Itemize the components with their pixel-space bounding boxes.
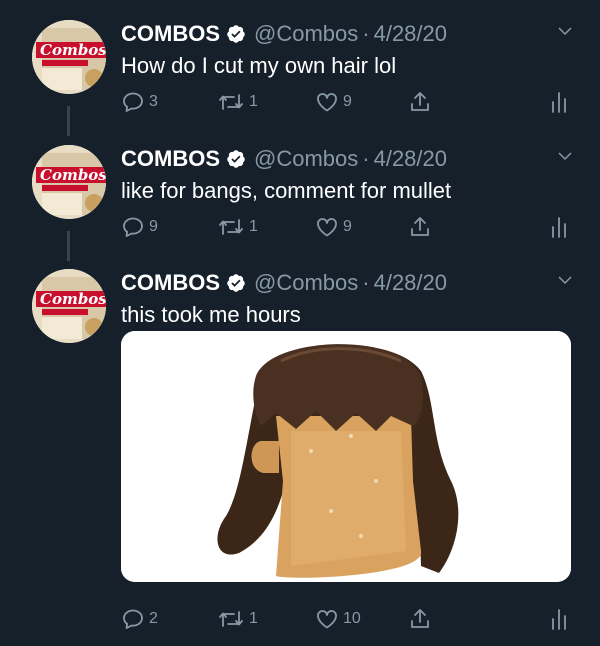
share-icon (411, 609, 429, 628)
chip-with-wig-image (121, 331, 571, 582)
tweet-header: COMBOS @Combos · 4/28/20 (121, 269, 447, 297)
avatar[interactable]: Combos (32, 20, 106, 94)
heart-icon (317, 93, 337, 112)
reply-count: 3 (149, 93, 158, 110)
retweet-button[interactable]: 1 (217, 215, 258, 239)
retweet-icon (219, 219, 243, 235)
timestamp[interactable]: 4/28/20 (374, 269, 447, 297)
analytics-button[interactable] (549, 90, 569, 114)
retweet-button[interactable]: 1 (217, 607, 258, 631)
reply-button[interactable]: 3 (121, 90, 158, 114)
reply-icon (123, 217, 143, 237)
reply-icon (123, 92, 143, 112)
timestamp[interactable]: 4/28/20 (374, 20, 447, 48)
svg-text:Combos: Combos (40, 166, 106, 184)
tweet-text: How do I cut my own hair lol (121, 53, 397, 78)
retweet-count: 1 (249, 93, 258, 110)
combos-logo-icon: Combos (32, 269, 106, 343)
thread-line (67, 106, 70, 136)
like-button[interactable]: 9 (315, 215, 352, 239)
share-button[interactable] (408, 607, 432, 631)
display-name[interactable]: COMBOS (121, 145, 220, 173)
chevron-down-icon[interactable] (556, 22, 574, 45)
tweet-text: this took me hours (121, 302, 301, 327)
like-count: 9 (343, 218, 352, 235)
reply-count: 9 (149, 218, 158, 235)
reply-button[interactable]: 9 (121, 215, 158, 239)
svg-text:Combos: Combos (40, 41, 106, 59)
analytics-button[interactable] (549, 215, 569, 239)
reply-count: 2 (149, 610, 158, 627)
combos-logo-icon: Combos (32, 145, 106, 219)
svg-text:Combos: Combos (40, 290, 106, 308)
display-name[interactable]: COMBOS (121, 269, 220, 297)
tweet-header: COMBOS @Combos · 4/28/20 (121, 20, 447, 48)
chevron-down-icon[interactable] (556, 271, 574, 294)
like-count: 10 (343, 610, 361, 627)
verified-badge-icon (226, 149, 246, 169)
combos-logo-icon: Combos (32, 20, 106, 94)
retweet-icon (219, 611, 243, 627)
reply-icon (123, 609, 143, 629)
share-button[interactable] (408, 215, 432, 239)
analytics-icon (552, 609, 566, 630)
handle[interactable]: @Combos (254, 145, 358, 173)
heart-icon (317, 610, 337, 629)
handle[interactable]: @Combos (254, 20, 358, 48)
chevron-down-icon[interactable] (556, 147, 574, 170)
separator: · (362, 21, 370, 46)
action-bar: 3 1 9 (121, 90, 581, 114)
avatar[interactable]: Combos (32, 269, 106, 343)
handle[interactable]: @Combos (254, 269, 358, 297)
thread-line (67, 231, 70, 261)
avatar[interactable]: Combos (32, 145, 106, 219)
action-bar: 2 1 10 (121, 607, 581, 631)
separator: · (362, 146, 370, 171)
timestamp[interactable]: 4/28/20 (374, 145, 447, 173)
verified-badge-icon (226, 273, 246, 293)
like-button[interactable]: 9 (315, 90, 352, 114)
display-name[interactable]: COMBOS (121, 20, 220, 48)
tweet-header: COMBOS @Combos · 4/28/20 (121, 145, 447, 173)
share-icon (411, 217, 429, 236)
reply-button[interactable]: 2 (121, 607, 158, 631)
retweet-count: 1 (249, 610, 258, 627)
analytics-button[interactable] (549, 607, 569, 631)
tweet-text: like for bangs, comment for mullet (121, 178, 452, 203)
analytics-icon (552, 92, 566, 113)
share-button[interactable] (408, 90, 432, 114)
share-icon (411, 92, 429, 111)
like-count: 9 (343, 93, 352, 110)
retweet-count: 1 (249, 218, 258, 235)
analytics-icon (552, 217, 566, 238)
separator: · (362, 270, 370, 295)
verified-badge-icon (226, 24, 246, 44)
heart-icon (317, 218, 337, 237)
like-button[interactable]: 10 (315, 607, 361, 631)
tweet-image[interactable] (121, 331, 571, 582)
retweet-button[interactable]: 1 (217, 90, 258, 114)
retweet-icon (219, 94, 243, 110)
action-bar: 9 1 9 (121, 215, 581, 239)
